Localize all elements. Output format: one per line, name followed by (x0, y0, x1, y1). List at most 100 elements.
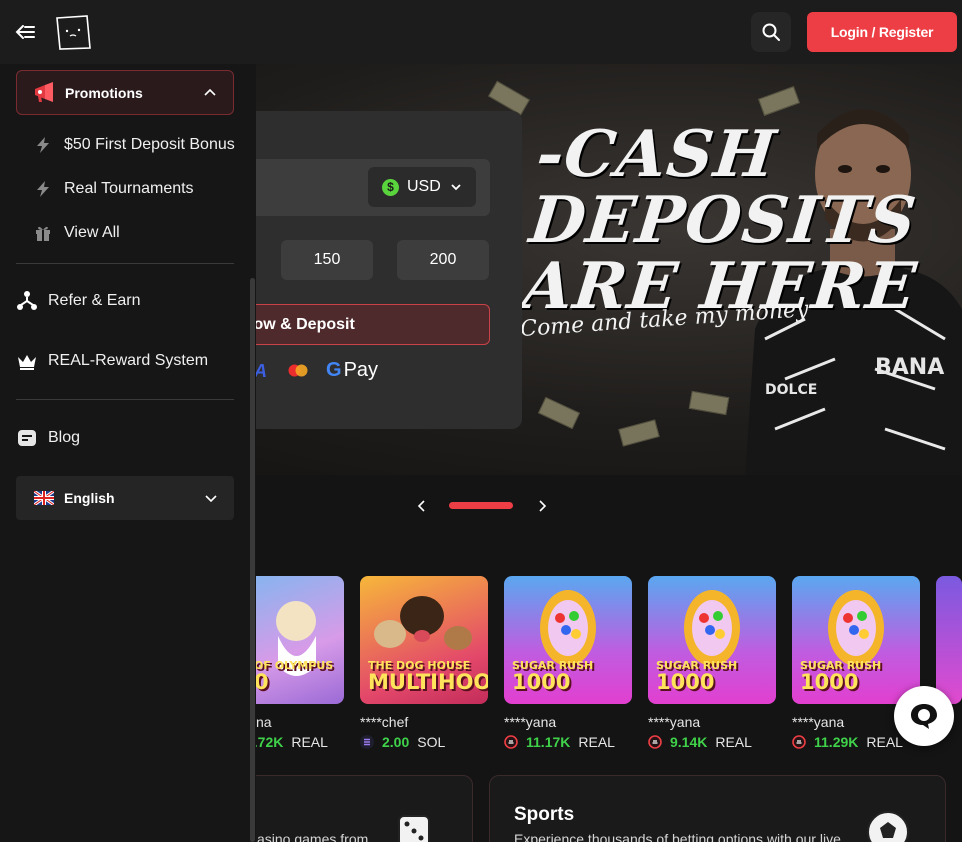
arrow-left-icon[interactable] (14, 20, 38, 44)
carousel-indicator-active[interactable] (449, 502, 513, 509)
sidebar-item-label: View All (64, 224, 120, 241)
winner-amount-row: 9.14K REAL (648, 734, 752, 750)
winner-amount-row: 11.29K REAL (792, 734, 903, 750)
sidebar-item-blog[interactable]: Blog (16, 424, 80, 452)
chevron-left-icon (417, 500, 425, 512)
win-amount: 11.17K (526, 734, 571, 750)
win-amount: 9.14K (670, 734, 708, 750)
language-select[interactable]: English (16, 476, 234, 520)
google-pay-label: Pay (343, 359, 379, 381)
soccer-ball-icon (867, 811, 909, 842)
lightning-icon (37, 181, 49, 197)
language-label: English (64, 490, 115, 506)
sidebar-item-label: Blog (48, 429, 81, 446)
hero-line: -CASH (533, 117, 780, 192)
uk-flag-icon (34, 491, 54, 505)
sidebar-scrollbar[interactable] (250, 278, 255, 842)
game-card[interactable]: SUGAR RUSH 1000 (648, 576, 776, 704)
winner-username: ****yana (504, 714, 557, 730)
win-currency: REAL (291, 734, 328, 750)
sports-title: Sports (514, 804, 575, 825)
sidebar-item-real-reward[interactable]: REAL-Reward System (16, 347, 208, 375)
megaphone-icon (35, 82, 53, 102)
game-title: SUGAR RUSH 1000 (800, 659, 882, 694)
sidebar-divider (16, 399, 234, 400)
casino-description: asino games from (257, 831, 369, 842)
solana-icon (360, 735, 374, 749)
sidebar-item-real-tournaments[interactable]: Real Tournaments (34, 177, 194, 201)
winner-username: ****yana (792, 714, 845, 730)
sports-section-card[interactable]: Sports Experience thousands of betting o… (489, 775, 946, 842)
winner-amount-row: 7.72K REAL (246, 734, 328, 750)
sidebar-item-label: REAL-Reward System (48, 352, 209, 369)
dollar-icon: $ (382, 178, 399, 196)
google-g-icon: G (326, 359, 342, 381)
sidebar-divider (16, 263, 234, 264)
real-coin-icon (792, 735, 806, 749)
chevron-down-icon (451, 184, 461, 191)
gift-icon (36, 226, 50, 241)
hero-headline: -CASH DEPOSITS ARE HERE (519, 117, 934, 324)
chevron-up-icon (204, 88, 216, 96)
sidebar-item-label: Real Tournaments (64, 180, 194, 197)
real-coin-icon (648, 735, 662, 749)
app-root: Login / Register BANA DOLCE -CASH DEPOSI… (0, 0, 962, 842)
referral-icon (17, 291, 37, 310)
sidebar-promotions-label: Promotions (65, 84, 143, 101)
money-bill-decoration (618, 419, 660, 447)
mastercard-icon (288, 364, 308, 377)
winner-amount-row: 2.00 SOL (360, 734, 445, 750)
preset-amount-button[interactable]: 150 (281, 240, 373, 280)
svg-text:BANA: BANA (875, 355, 944, 380)
game-card[interactable]: SUGAR RUSH 1000 (792, 576, 920, 704)
game-title: THE DOG HOUSEMULTIHOOD (368, 659, 488, 694)
sidebar-item-view-all[interactable]: View All (34, 221, 120, 245)
game-title: SUGAR RUSH 1000 (512, 659, 594, 694)
win-currency: REAL (578, 734, 615, 750)
sidebar-item-label: $50 First Deposit Bonus (64, 136, 235, 153)
game-card[interactable]: SUGAR RUSH 1000 (504, 576, 632, 704)
win-currency: REAL (866, 734, 903, 750)
money-bill-decoration (688, 390, 730, 416)
logo-icon[interactable] (54, 12, 94, 52)
real-coin-icon (504, 735, 518, 749)
sidebar-promotions-toggle[interactable]: Promotions (16, 70, 234, 115)
win-currency: SOL (417, 734, 446, 750)
win-amount: 11.29K (814, 734, 859, 750)
sidebar-item-first-deposit-bonus[interactable]: $50 First Deposit Bonus (34, 133, 235, 157)
chevron-down-icon (205, 495, 217, 503)
win-amount: 2.00 (382, 734, 410, 750)
carousel-next-button[interactable] (533, 497, 551, 515)
blog-icon (18, 430, 36, 446)
sports-description: Experience thousands of betting options … (514, 831, 841, 842)
login-register-button[interactable]: Login / Register (807, 12, 957, 52)
winner-username: na (256, 714, 272, 730)
win-currency: REAL (715, 734, 752, 750)
crown-icon (18, 355, 36, 370)
sidebar-item-refer-earn[interactable]: Refer & Earn (16, 287, 140, 315)
winner-username: ****yana (648, 714, 701, 730)
winner-amount-row: 11.17K REAL (504, 734, 615, 750)
search-button[interactable] (751, 12, 791, 52)
dice-icon (398, 815, 430, 842)
carousel-prev-button[interactable] (413, 497, 431, 515)
money-bill-decoration (537, 396, 581, 430)
lightning-icon (37, 137, 49, 153)
game-card-partial[interactable] (936, 576, 962, 704)
sidebar: Promotions $50 First Deposit Bonus Real … (0, 64, 256, 842)
currency-select[interactable]: $ USD (368, 167, 476, 207)
game-title: SUGAR RUSH 1000 (656, 659, 738, 694)
currency-label: USD (407, 178, 441, 195)
deposit-button-label: low & Deposit (249, 315, 355, 333)
game-title: OF OLYMPUS 0 (254, 659, 334, 694)
preset-amount-button[interactable]: 200 (397, 240, 489, 280)
winner-username: ****chef (360, 714, 409, 730)
sidebar-item-label: Refer & Earn (48, 292, 141, 309)
game-card[interactable]: THE DOG HOUSEMULTIHOOD (360, 576, 488, 704)
chat-icon (911, 704, 937, 729)
hero-line: DEPOSITS (526, 183, 921, 258)
live-chat-button[interactable] (894, 686, 954, 746)
top-bar: Login / Register (0, 0, 962, 64)
google-pay-icon: G Pay (326, 359, 378, 382)
search-icon (762, 23, 780, 41)
